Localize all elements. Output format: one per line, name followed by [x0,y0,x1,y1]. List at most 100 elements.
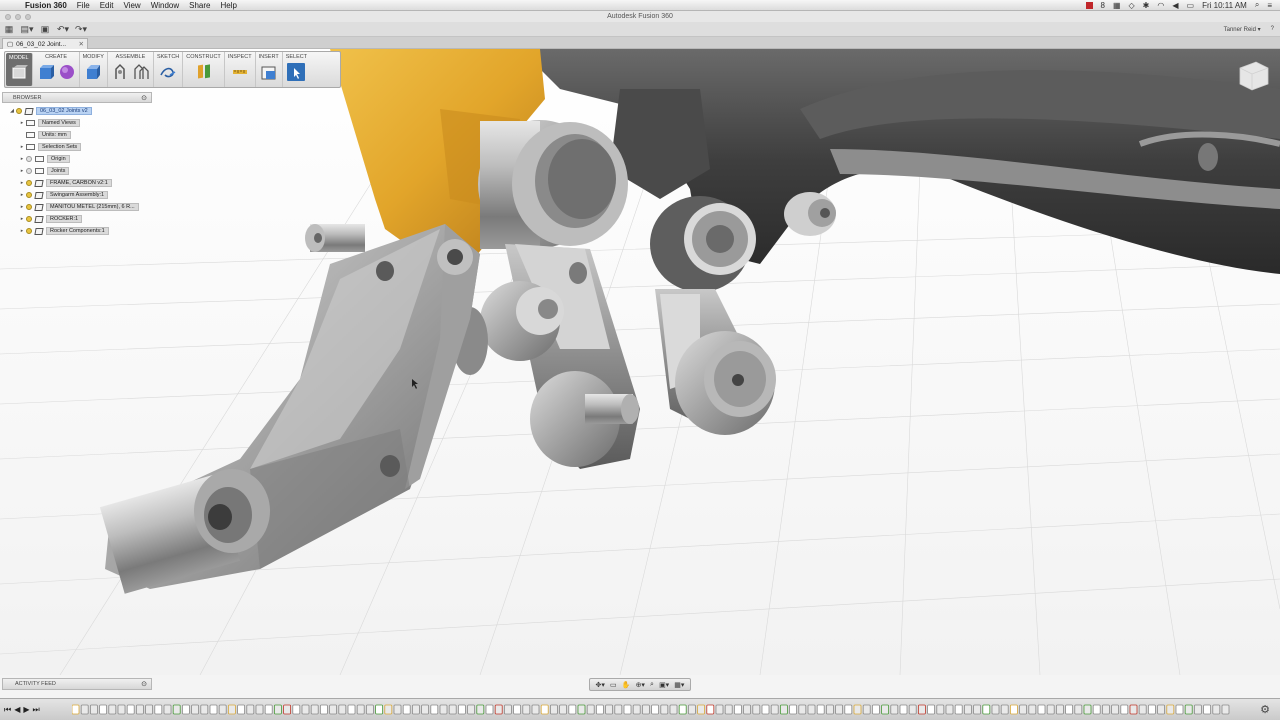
search-icon[interactable]: ⌕ [1255,0,1259,10]
fit-icon[interactable]: ⌕ [650,681,654,689]
save-icon[interactable]: ▣ [36,24,54,35]
timeline-feature-icon[interactable] [743,704,751,715]
timeline-feature-icon[interactable] [936,704,945,715]
timeline-feature-icon[interactable] [752,704,761,715]
timeline-feature-icon[interactable] [1138,704,1147,715]
timeline-feature-icon[interactable] [697,704,705,715]
timeline-feature-icon[interactable] [973,704,981,715]
timeline-feature-icon[interactable] [393,704,402,715]
sketch-icon[interactable] [159,63,177,81]
model-workspace-icon[interactable] [10,64,28,82]
redo-icon[interactable]: ↷▾ [72,24,90,35]
workspace-switcher[interactable]: MODEL [6,53,33,86]
timeline-feature-icon[interactable] [1175,704,1184,715]
visibility-bulb-icon[interactable] [26,192,32,198]
timeline-feature-icon[interactable] [577,704,586,715]
timeline-feature-icon[interactable] [1157,704,1165,715]
timeline-feature-icon[interactable] [1019,704,1027,715]
insert-group-label[interactable]: INSERT [259,53,279,61]
battery-icon[interactable]: ▭ [1187,1,1195,10]
timeline-feature-icon[interactable] [807,704,816,715]
browser-item-root[interactable]: ◢ 06_03_02 Joints v2 [8,106,92,116]
view-cube[interactable] [1234,58,1272,92]
timeline-feature-icon[interactable] [338,704,347,715]
timeline-feature-icon[interactable] [642,704,650,715]
timeline-feature-icon[interactable] [209,704,218,715]
timeline-feature-icon[interactable] [890,704,899,715]
orbit-icon[interactable]: ✥▾ [596,681,605,689]
expand-triangle-icon[interactable]: ▸ [18,204,26,210]
step-back-icon[interactable]: ◀ [14,705,20,715]
timeline-feature-icon[interactable] [1056,704,1064,715]
timeline-feature-icon[interactable] [522,704,531,715]
timeline-feature-icon[interactable] [218,704,227,715]
menu-app-name[interactable]: Fusion 360 [20,1,72,10]
browser-item-manitou[interactable]: ▸ MANITOU METEL (215mm), 6 R... [18,202,139,212]
timeline-feature-icon[interactable] [734,704,742,715]
timeline-feature-icon[interactable] [513,704,522,715]
browser-item-joints[interactable]: ▸ Joints [18,166,70,176]
timeline-feature-icon[interactable] [1120,704,1129,715]
timeline-feature-icon[interactable] [356,704,365,715]
timeline-feature-icon[interactable] [1010,704,1018,715]
timeline-feature-icon[interactable] [1129,704,1138,715]
timeline-feature-icon[interactable] [945,704,954,715]
timeline-feature-icon[interactable] [816,704,825,715]
timeline-feature-icon[interactable] [1037,704,1046,715]
timeline-feature-strip[interactable] [72,704,1238,716]
timeline-feature-icon[interactable] [191,704,199,715]
timeline-feature-icon[interactable] [255,704,264,715]
bluetooth-icon[interactable]: ✱ [1143,1,1150,10]
shock-eyelet[interactable] [478,120,628,249]
menu-share[interactable]: Share [184,1,215,10]
user-account-menu[interactable]: Tanner Reid ▾ [1224,26,1261,33]
timeline-feature-icon[interactable] [80,704,89,715]
clock[interactable]: Fri 10:11 AM [1202,1,1247,10]
expand-triangle-icon[interactable]: ▸ [18,156,26,162]
expand-triangle-icon[interactable]: ▸ [18,216,26,222]
collapse-triangle-icon[interactable]: ◢ [8,108,16,114]
timeline-feature-icon[interactable] [660,704,669,715]
sketch-group-label[interactable]: SKETCH [157,53,179,61]
timeline-feature-icon[interactable] [476,704,485,715]
timeline-feature-icon[interactable] [246,704,255,715]
timeline-feature-icon[interactable] [292,704,301,715]
timeline-feature-icon[interactable] [301,704,310,715]
timeline-feature-icon[interactable] [1028,704,1037,715]
timeline-feature-icon[interactable] [485,704,494,715]
play-icon[interactable]: ▶ [23,705,29,715]
timeline-feature-icon[interactable] [365,704,374,715]
zoom-icon[interactable]: ⊕▾ [636,681,645,689]
insert-image-icon[interactable] [260,63,278,81]
timeline-feature-icon[interactable] [163,704,172,715]
timeline-feature-icon[interactable] [283,704,292,715]
timeline-feature-icon[interactable] [862,704,871,715]
timeline-feature-icon[interactable] [651,704,659,715]
swingarm-assembly[interactable] [520,49,1280,274]
timeline-feature-icon[interactable] [872,704,880,715]
wifi-icon[interactable]: ◠ [1157,1,1164,10]
timeline-feature-icon[interactable] [881,704,889,715]
timeline-feature-icon[interactable] [273,704,282,715]
timeline-feature-icon[interactable] [780,704,788,715]
timeline-feature-icon[interactable] [145,704,153,715]
select-group-label[interactable]: SELECT [286,53,307,61]
browser-header[interactable]: BROWSER ⊙ [2,92,152,103]
timeline-feature-icon[interactable] [991,704,1000,715]
menu-file[interactable]: File [72,1,95,10]
timeline-feature-icon[interactable] [770,704,779,715]
timeline-feature-icon[interactable] [623,704,632,715]
timeline-feature-icon[interactable] [853,704,862,715]
timeline-feature-icon[interactable] [108,704,117,715]
browser-item-origin[interactable]: ▸ Origin [18,154,70,164]
timeline-feature-icon[interactable] [908,704,917,715]
timeline-feature-icon[interactable] [1102,704,1110,715]
look-at-icon[interactable]: ▭ [610,681,617,689]
timeline-feature-icon[interactable] [503,704,512,715]
box-create-icon[interactable] [37,63,55,81]
timeline-feature-icon[interactable] [1074,704,1083,715]
browser-pin-icon[interactable]: ⊙ [141,94,147,102]
expand-triangle-icon[interactable]: ▸ [18,228,26,234]
timeline-settings-icon[interactable]: ⚙ [1260,703,1270,716]
visibility-bulb-icon[interactable] [26,156,32,162]
